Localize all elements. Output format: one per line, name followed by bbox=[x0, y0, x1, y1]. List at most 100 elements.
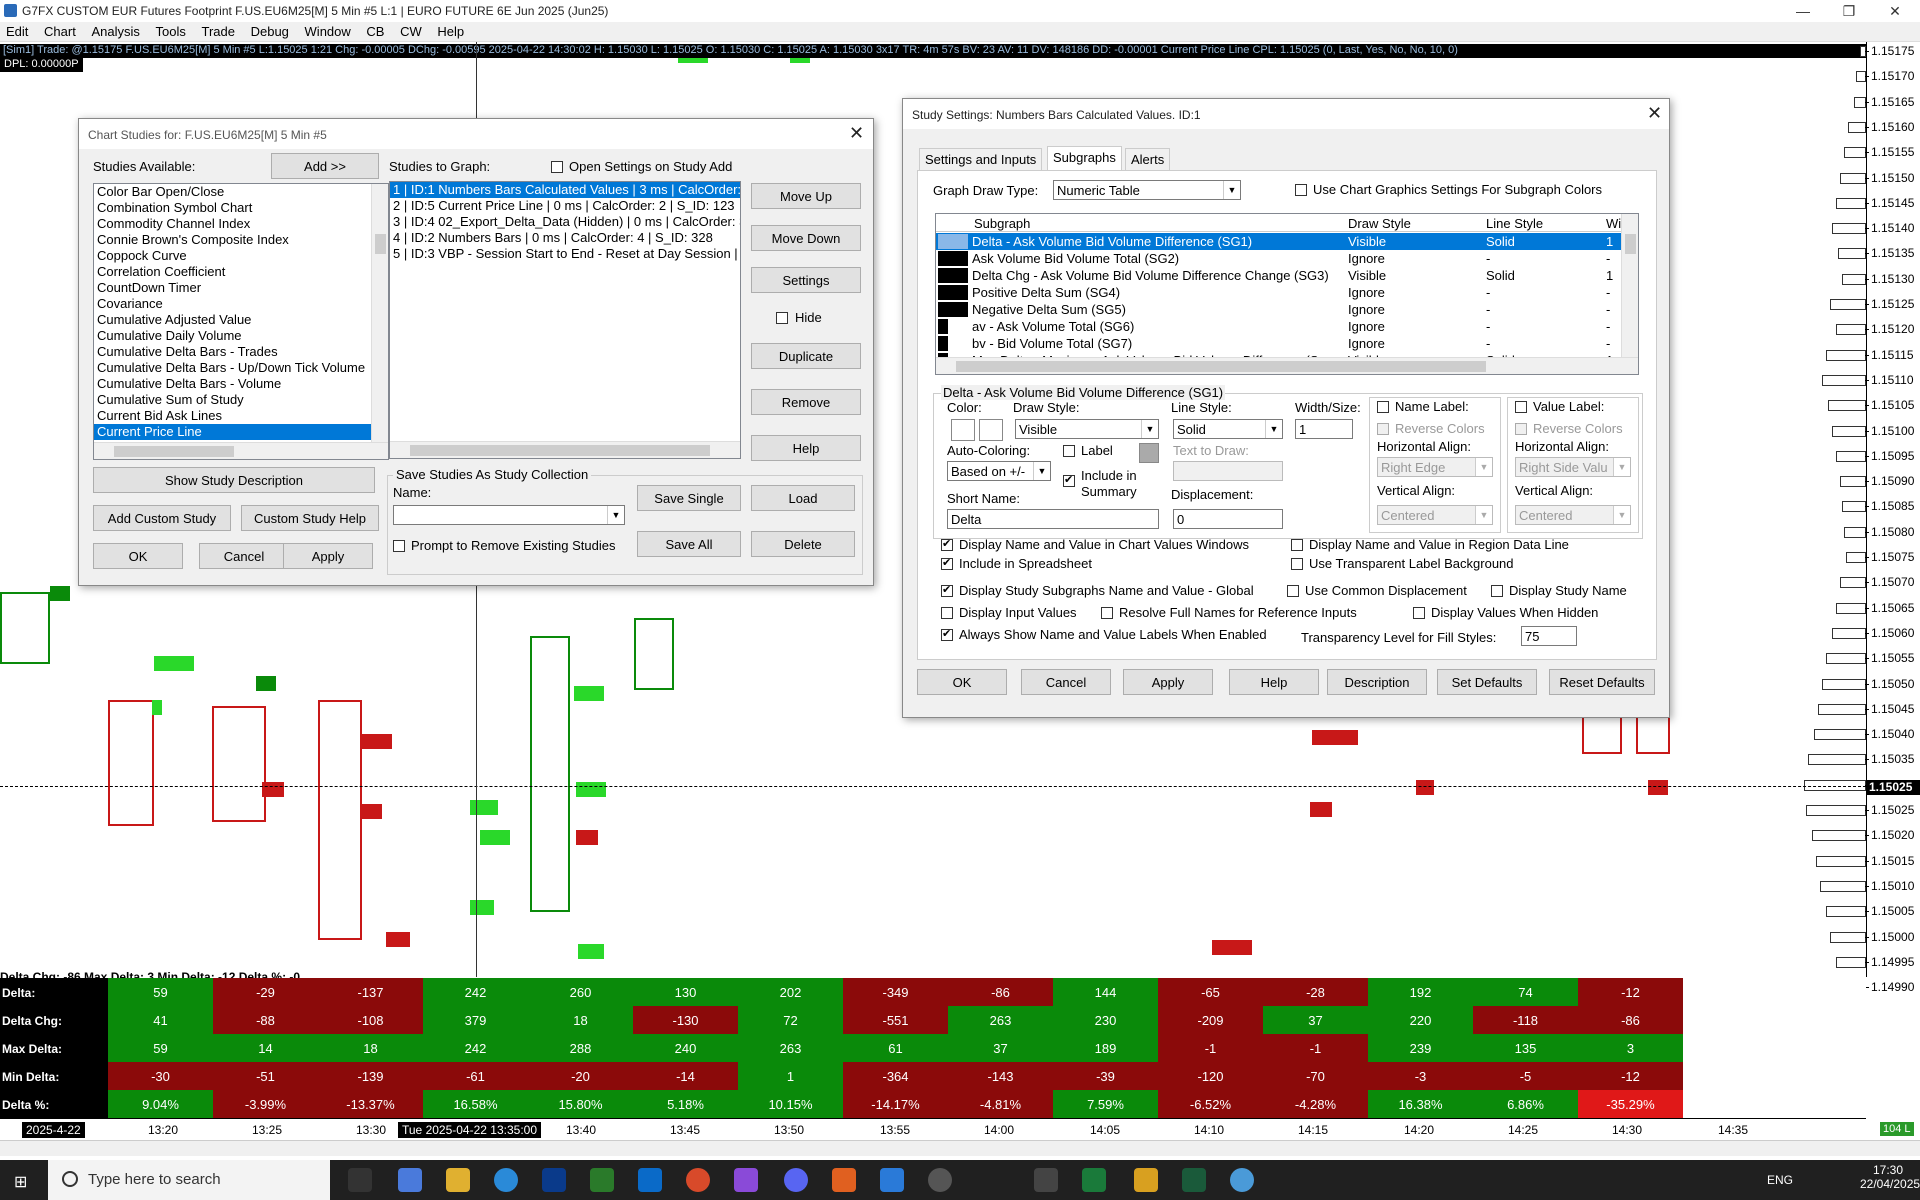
studies-apply-button[interactable]: Apply bbox=[283, 543, 373, 569]
draw-style-combo[interactable]: Visible ▼ bbox=[1015, 419, 1159, 439]
save-single-button[interactable]: Save Single bbox=[637, 485, 741, 511]
menu-cw[interactable]: CW bbox=[394, 22, 428, 41]
include-summary-checkbox[interactable] bbox=[1063, 473, 1075, 487]
available-study-item[interactable]: Correlation Coefficient bbox=[94, 264, 372, 280]
remove-button[interactable]: Remove bbox=[751, 389, 861, 415]
chrome-icon[interactable] bbox=[686, 1168, 710, 1192]
tab-alerts[interactable]: Alerts bbox=[1125, 148, 1171, 170]
hide-checkbox[interactable] bbox=[776, 312, 788, 324]
value-v-align-combo[interactable]: Centered ▼ bbox=[1515, 505, 1631, 525]
available-study-item[interactable]: Current Bid Ask Lines bbox=[94, 408, 372, 424]
chart-horizontal-scrollbar[interactable] bbox=[0, 1140, 1920, 1156]
display-hidden-checkbox[interactable] bbox=[1413, 607, 1425, 619]
available-scrollbar-h[interactable] bbox=[94, 442, 388, 459]
col-draw-style[interactable]: Draw Style bbox=[1348, 216, 1411, 231]
close-window-button[interactable]: ✕ bbox=[1872, 0, 1918, 22]
transparency-input[interactable]: 75 bbox=[1521, 626, 1577, 646]
add-study-button[interactable]: Add >> bbox=[271, 153, 379, 179]
show-description-button[interactable]: Show Study Description bbox=[93, 467, 375, 493]
copilot-icon[interactable] bbox=[398, 1168, 422, 1192]
move-down-button[interactable]: Move Down bbox=[751, 225, 861, 251]
m365-icon[interactable] bbox=[734, 1168, 758, 1192]
available-study-item[interactable]: Cumulative Delta Bars - Volume bbox=[94, 376, 372, 392]
time-axis[interactable]: 13:20 13:25 13:30 13:40 13:45 13:50 13:55 14:00… bbox=[0, 1118, 1866, 1140]
description-button[interactable]: Description bbox=[1327, 669, 1427, 695]
tab-subgraphs[interactable]: Subgraphs bbox=[1047, 146, 1122, 170]
subgraph-row[interactable]: Delta - Ask Volume Bid Volume Difference… bbox=[936, 233, 1622, 250]
available-scrollbar-v[interactable] bbox=[371, 184, 388, 443]
available-study-item[interactable]: Cumulative Delta Bars - Trades bbox=[94, 344, 372, 360]
available-study-item[interactable]: Covariance bbox=[94, 296, 372, 312]
available-study-item[interactable]: Color Bar Open/Close bbox=[94, 184, 372, 200]
menu-help[interactable]: Help bbox=[431, 22, 470, 41]
subgraph-row[interactable]: bv - Bid Volume Total (SG7) Ignore - - bbox=[936, 335, 1622, 352]
menu-cb[interactable]: CB bbox=[360, 22, 390, 41]
color-swatch-primary[interactable] bbox=[951, 419, 975, 441]
subgraph-grid-scrollbar-h[interactable] bbox=[936, 357, 1638, 374]
menu-debug[interactable]: Debug bbox=[245, 22, 295, 41]
prompt-remove-checkbox[interactable] bbox=[393, 540, 405, 552]
move-up-button[interactable]: Move Up bbox=[751, 183, 861, 209]
settings-ok-button[interactable]: OK bbox=[917, 669, 1007, 695]
name-v-align-combo[interactable]: Centered ▼ bbox=[1377, 505, 1493, 525]
value-reverse-colors-checkbox[interactable] bbox=[1515, 423, 1527, 435]
available-study-item[interactable]: Cumulative Adjusted Value bbox=[94, 312, 372, 328]
label-color-swatch[interactable] bbox=[1139, 443, 1159, 463]
delete-button[interactable]: Delete bbox=[751, 531, 855, 557]
studies-available-list[interactable]: Color Bar Open/Close Combination Symbol C… bbox=[93, 183, 389, 460]
subgraph-row[interactable]: Negative Delta Sum (SG5) Ignore - - bbox=[936, 301, 1622, 318]
menu-edit[interactable]: Edit bbox=[0, 22, 34, 41]
subgraph-row[interactable]: Ask Volume Bid Volume Total (SG2) Ignore -… bbox=[936, 250, 1622, 267]
price-axis[interactable]: 1.15175 1.15170 1.15165 1.15160 1.15155 1.151… bbox=[1864, 42, 1920, 994]
menu-analysis[interactable]: Analysis bbox=[85, 22, 145, 41]
taskbar-search-box[interactable]: Type here to search bbox=[48, 1160, 330, 1200]
open-settings-checkbox[interactable] bbox=[551, 161, 563, 173]
language-indicator[interactable]: ENG bbox=[1767, 1173, 1793, 1187]
text-to-draw-input[interactable] bbox=[1173, 461, 1283, 481]
short-name-input[interactable]: Delta bbox=[947, 509, 1159, 529]
line-style-combo[interactable]: Solid ▼ bbox=[1173, 419, 1283, 439]
outlook-icon[interactable] bbox=[638, 1168, 662, 1192]
notepad-icon[interactable] bbox=[1034, 1168, 1058, 1192]
save-all-button[interactable]: Save All bbox=[637, 531, 741, 557]
subgraph-row[interactable]: Positive Delta Sum (SG4) Ignore - - bbox=[936, 284, 1622, 301]
display-input-values-checkbox[interactable] bbox=[941, 607, 953, 619]
settings-cancel-button[interactable]: Cancel bbox=[1021, 669, 1111, 695]
subgraph-grid-scrollbar-v[interactable] bbox=[1621, 214, 1638, 358]
restore-button[interactable]: ❐ bbox=[1826, 0, 1872, 22]
col-width[interactable]: Wi bbox=[1606, 216, 1621, 231]
name-label-checkbox[interactable] bbox=[1377, 401, 1389, 413]
graph-draw-type-combo[interactable]: Numeric Table ▼ bbox=[1053, 180, 1241, 200]
graphed-study-item[interactable]: 1 | ID:1 Numbers Bars Calculated Values … bbox=[390, 182, 740, 198]
file-explorer-icon[interactable] bbox=[446, 1168, 470, 1192]
display-subgraphs-global-checkbox[interactable] bbox=[941, 583, 953, 597]
studies-close-button[interactable]: ✕ bbox=[849, 123, 864, 144]
displacement-spinner[interactable]: 0 bbox=[1173, 509, 1283, 529]
graphed-study-item[interactable]: 2 | ID:5 Current Price Line | 0 ms | Cal… bbox=[390, 198, 740, 214]
available-study-item[interactable]: Cumulative Daily Volume bbox=[94, 328, 372, 344]
studies-to-graph-list[interactable]: 1 | ID:1 Numbers Bars Calculated Values … bbox=[389, 181, 741, 459]
value-label-checkbox[interactable] bbox=[1515, 401, 1527, 413]
app-icon-grey[interactable] bbox=[928, 1168, 952, 1192]
studies-ok-button[interactable]: OK bbox=[93, 543, 183, 569]
tab-settings-and-inputs[interactable]: Settings and Inputs bbox=[919, 148, 1043, 170]
app-icon-orange[interactable] bbox=[832, 1168, 856, 1192]
app-icon-globe[interactable] bbox=[1230, 1168, 1254, 1192]
name-h-align-combo[interactable]: Right Edge ▼ bbox=[1377, 457, 1493, 477]
always-show-checkbox[interactable] bbox=[941, 627, 953, 641]
settings-button[interactable]: Settings bbox=[751, 267, 861, 293]
menu-trade[interactable]: Trade bbox=[195, 22, 240, 41]
graphed-study-item[interactable]: 3 | ID:4 02_Export_Delta_Data (Hidden) |… bbox=[390, 214, 740, 230]
label-checkbox[interactable] bbox=[1063, 445, 1075, 457]
minimize-button[interactable]: — bbox=[1780, 0, 1826, 22]
add-custom-study-button[interactable]: Add Custom Study bbox=[93, 505, 231, 531]
use-chart-graphics-checkbox[interactable] bbox=[1295, 184, 1307, 196]
sierra-chart-icon[interactable] bbox=[1182, 1168, 1206, 1192]
subgraph-row[interactable]: Delta Chg - Ask Volume Bid Volume Differ… bbox=[936, 267, 1622, 284]
display-name-region-checkbox[interactable] bbox=[1291, 539, 1303, 551]
sheets-icon[interactable] bbox=[590, 1168, 614, 1192]
graphed-study-item[interactable]: 5 | ID:3 VBP - Session Start to End - Re… bbox=[390, 246, 740, 262]
available-study-item[interactable]: Coppock Curve bbox=[94, 248, 372, 264]
menu-chart[interactable]: Chart bbox=[38, 22, 82, 41]
menu-tools[interactable]: Tools bbox=[150, 22, 192, 41]
